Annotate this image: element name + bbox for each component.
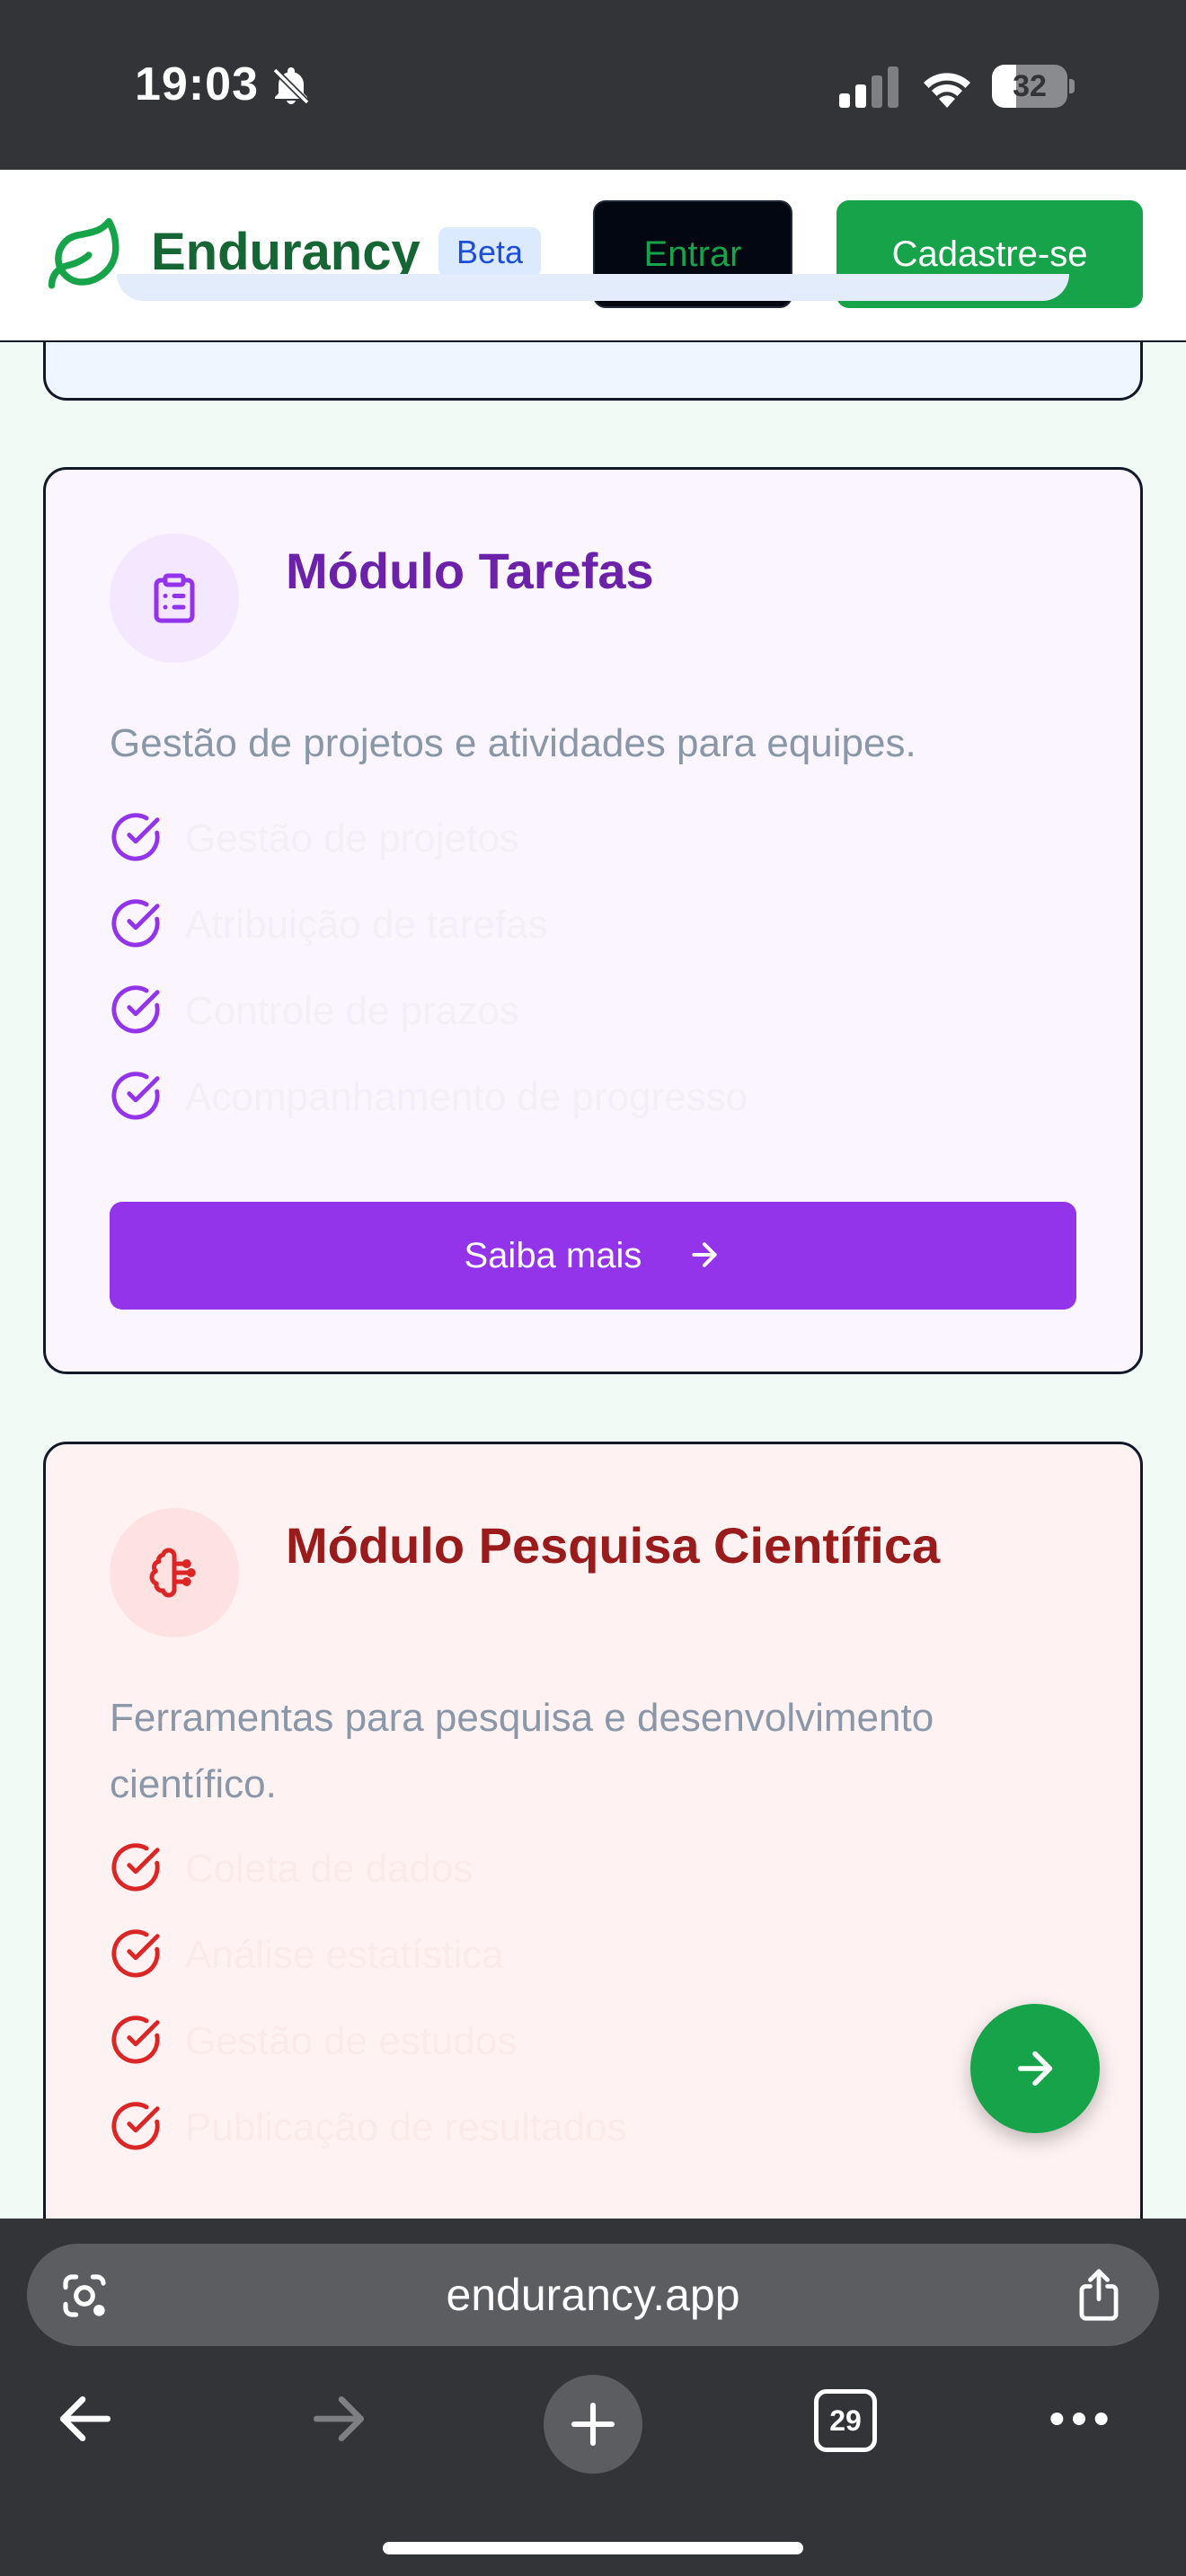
learn-more-button[interactable]: Saiba mais xyxy=(110,1202,1076,1310)
module-title: Módulo Pesquisa Científica xyxy=(286,1517,941,1574)
check-circle-icon xyxy=(111,813,160,861)
check-circle-icon xyxy=(111,1929,160,1978)
feature-text: Acompanhamento de progresso xyxy=(185,1075,748,1119)
app-header: Endurancy Beta Entrar Cadastre-se xyxy=(0,170,1186,342)
check-circle-icon xyxy=(111,1843,160,1892)
cellular-signal-icon xyxy=(839,66,898,108)
battery-level: 32 xyxy=(1013,69,1047,103)
module-title: Módulo Tarefas xyxy=(286,543,654,599)
status-time: 19:03 xyxy=(135,58,259,110)
check-circle-icon xyxy=(111,1072,160,1120)
wifi-icon xyxy=(924,73,970,108)
share-icon[interactable] xyxy=(1073,2267,1125,2323)
feature-text: Gestão de estudos xyxy=(185,2019,518,2063)
tab-switcher-icon[interactable]: 29 xyxy=(814,2389,877,2452)
check-circle-icon xyxy=(111,985,160,1034)
check-circle-icon xyxy=(111,899,160,948)
leaf-icon[interactable] xyxy=(45,215,126,296)
status-bar: 19:03 32 xyxy=(0,0,1186,170)
new-tab-button[interactable] xyxy=(544,2375,642,2474)
brand-name[interactable]: Endurancy xyxy=(151,222,420,282)
more-dots-icon[interactable] xyxy=(1046,2396,1112,2441)
module-card-tarefas: Módulo Tarefas Gestão de projetos e ativ… xyxy=(43,467,1143,1374)
new-tab-plus-icon xyxy=(571,2402,615,2447)
check-circle-icon xyxy=(111,2102,160,2150)
bell-slash-icon xyxy=(272,67,310,105)
floating-next-button[interactable] xyxy=(970,2004,1100,2133)
feature-text: Controle de prazos xyxy=(185,989,519,1033)
arrow-right-icon xyxy=(691,1242,717,1268)
module-card-pesquisa: Módulo Pesquisa Científica Ferramentas p… xyxy=(43,1442,1143,2250)
home-indicator xyxy=(383,2542,803,2554)
brain-icon xyxy=(149,1548,196,1598)
previous-card-button-shadow xyxy=(117,274,1069,301)
module-description: Gestão de projetos e atividades para equ… xyxy=(110,721,916,765)
battery-icon: 32 xyxy=(992,65,1075,108)
back-arrow-icon[interactable] xyxy=(52,2386,119,2452)
forward-arrow-icon[interactable] xyxy=(305,2386,372,2452)
module-description: Ferramentas para pesquisa e desenvolvime… xyxy=(110,1696,934,1806)
arrow-right-icon xyxy=(1017,2051,1053,2086)
feature-text: Gestão de projetos xyxy=(185,816,519,860)
url-text[interactable]: endurancy.app xyxy=(27,2244,1159,2346)
check-circle-icon xyxy=(111,2016,160,2064)
feature-text: Coleta de dados xyxy=(185,1847,474,1891)
clipboard-list-icon xyxy=(154,573,195,623)
feature-text: Atribuição de tarefas xyxy=(185,903,548,947)
address-bar[interactable]: endurancy.app xyxy=(27,2244,1159,2346)
learn-more-label: Saiba mais xyxy=(464,1236,642,1275)
module-icon-circle xyxy=(110,534,239,663)
module-icon-circle xyxy=(110,1508,239,1637)
feature-text: Análise estatística xyxy=(185,1933,504,1977)
browser-toolbar: endurancy.app 29 xyxy=(0,2219,1186,2576)
feature-text: Publicação de resultados xyxy=(185,2105,627,2149)
beta-badge: Beta xyxy=(438,227,542,278)
